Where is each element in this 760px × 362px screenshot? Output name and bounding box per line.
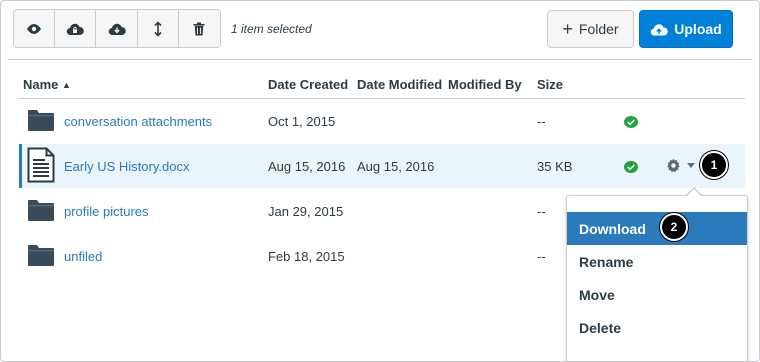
file-size: 35 KB <box>537 159 573 174</box>
cloud-upload-icon <box>651 23 669 36</box>
date-created: Jan 29, 2015 <box>268 204 344 219</box>
published-check-icon[interactable] <box>624 115 638 129</box>
file-actions-menu: Download Rename Move Delete <box>566 195 748 362</box>
table-row[interactable]: conversation attachments Oct 1, 2015 -- <box>19 99 745 143</box>
move-button[interactable] <box>137 10 179 47</box>
restrict-access-button[interactable] <box>55 10 97 47</box>
preview-button[interactable] <box>14 10 56 47</box>
selection-count-text: 1 item selected <box>231 22 312 36</box>
sort-ascending-icon: ▲ <box>62 80 71 90</box>
column-header-size[interactable]: Size <box>537 77 563 92</box>
plus-icon: + <box>562 19 573 39</box>
menu-item-download[interactable]: Download <box>567 212 747 245</box>
upload-label: Upload <box>674 21 722 37</box>
date-created: Aug 15, 2016 <box>268 159 346 174</box>
document-icon <box>27 147 55 183</box>
folder-icon <box>28 110 54 131</box>
date-created: Feb 18, 2015 <box>268 249 345 264</box>
menu-item-move[interactable]: Move <box>567 278 747 311</box>
step-badge-2: 2 <box>660 213 688 241</box>
folder-icon <box>28 200 54 221</box>
file-size: -- <box>537 114 546 129</box>
caret-down-icon <box>687 163 695 168</box>
cloud-download-icon <box>108 23 126 35</box>
file-name-link[interactable]: unfiled <box>64 249 102 264</box>
toolbar-button-group <box>13 9 221 48</box>
eye-icon <box>27 23 42 34</box>
upload-button[interactable]: Upload <box>639 10 733 48</box>
menu-caret-fill <box>687 189 701 196</box>
file-size: -- <box>537 204 546 219</box>
file-name-link[interactable]: conversation attachments <box>64 114 212 129</box>
column-header-name-label: Name <box>23 77 59 92</box>
cloud-lock-icon <box>67 23 85 35</box>
folder-icon <box>28 245 54 266</box>
add-folder-label: Folder <box>578 21 619 37</box>
move-arrows-icon <box>154 20 162 37</box>
toolbar-divider <box>8 59 752 60</box>
settings-menu-button[interactable] <box>666 156 700 176</box>
menu-item-delete[interactable]: Delete <box>567 311 747 344</box>
trash-icon <box>193 22 205 35</box>
table-row-selected[interactable]: Early US History.docx Aug 15, 2016 Aug 1… <box>19 144 745 188</box>
column-header-date-modified[interactable]: Date Modified <box>357 77 442 92</box>
column-header-date-created[interactable]: Date Created <box>268 77 348 92</box>
delete-button[interactable] <box>178 10 220 47</box>
add-folder-button[interactable]: + Folder <box>547 10 634 48</box>
column-header-name[interactable]: Name ▲ <box>23 77 71 92</box>
published-check-icon[interactable] <box>624 160 638 174</box>
date-created: Oct 1, 2015 <box>268 114 336 129</box>
gear-icon <box>667 158 680 173</box>
file-name-link[interactable]: profile pictures <box>64 204 149 219</box>
menu-item-rename[interactable]: Rename <box>567 245 747 278</box>
download-button[interactable] <box>96 10 138 47</box>
file-name-link[interactable]: Early US History.docx <box>64 159 189 174</box>
date-modified: Aug 15, 2016 <box>357 159 435 174</box>
step-badge-1: 1 <box>700 151 728 179</box>
column-header-modified-by[interactable]: Modified By <box>448 77 522 92</box>
file-size: -- <box>537 249 546 264</box>
